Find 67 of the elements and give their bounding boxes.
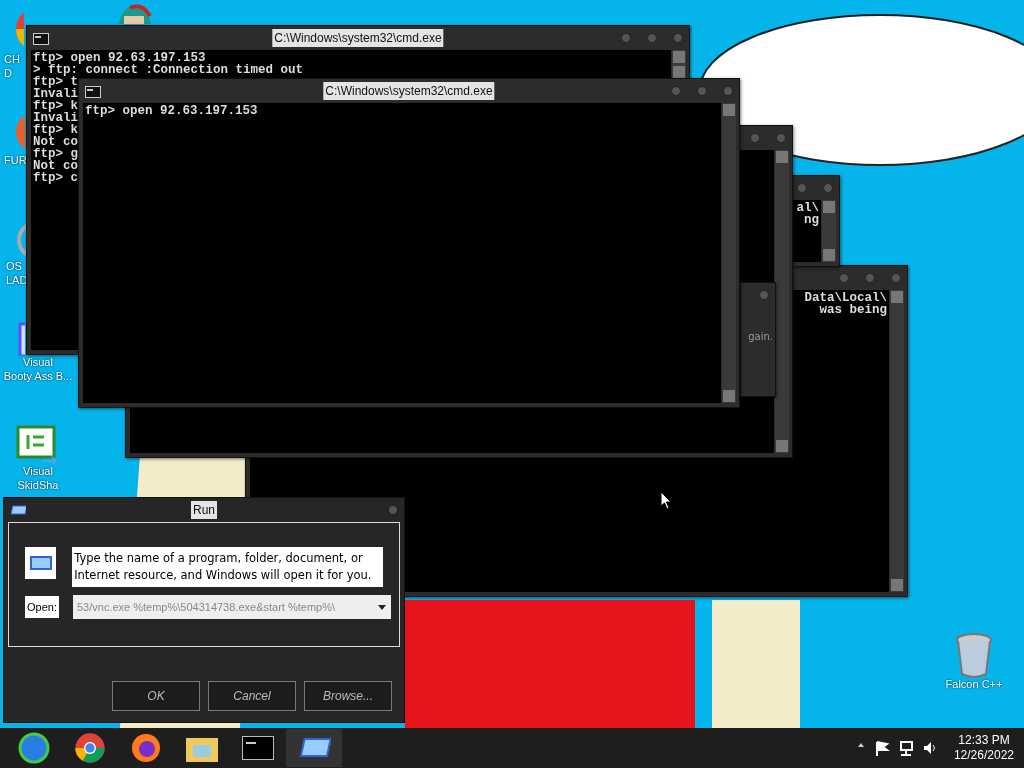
close-button[interactable] (891, 273, 901, 283)
console-line: ftp> g (33, 148, 78, 160)
maximize-button[interactable] (865, 273, 875, 283)
window-title: C:\Windows\system32\cmd.exe (323, 82, 495, 100)
code-shortcut-icon[interactable] (16, 425, 60, 465)
close-button[interactable] (388, 505, 398, 515)
shortcut-label: Falcon C++ (945, 678, 1003, 692)
maximize-button[interactable] (750, 133, 760, 143)
browse-button[interactable]: Browse... (304, 681, 392, 711)
scrollbar[interactable] (672, 50, 686, 79)
run-icon (25, 547, 57, 579)
close-button[interactable] (673, 33, 683, 43)
console-icon (85, 85, 101, 98)
shortcut-label: FUR (4, 154, 27, 168)
recycle-bin-icon[interactable] (954, 632, 994, 678)
ok-button[interactable]: OK (112, 681, 200, 711)
volume-icon[interactable] (921, 740, 938, 756)
close-button[interactable] (823, 183, 833, 193)
scrollbar[interactable] (890, 290, 904, 592)
run-taskbar-icon[interactable] (286, 729, 342, 767)
mouse-cursor-icon (660, 491, 672, 510)
console-line: ftp> c (33, 172, 78, 184)
shortcut-label: LAD (6, 273, 28, 288)
console-line: Not co (33, 160, 78, 172)
console-line: ftp> open 92.63.197.153 (85, 105, 258, 117)
scrollbar[interactable] (775, 150, 789, 453)
console-line: al\ (796, 202, 819, 214)
maximize-button[interactable] (697, 86, 707, 96)
maximize-button[interactable] (647, 33, 657, 43)
instruction-text: Type the name of a program, folder, document, or Internet resource, and Windows will open it for you. (72, 547, 383, 587)
minimize-button[interactable] (839, 273, 849, 283)
console-line: ftp> k (33, 124, 78, 136)
minimize-button[interactable] (621, 33, 631, 43)
close-button[interactable] (723, 86, 733, 96)
close-button[interactable] (759, 290, 769, 300)
window-title: Run (191, 501, 217, 519)
minimize-button[interactable] (671, 86, 681, 96)
open-label: Open: (25, 595, 59, 619)
window-title: C:\Windows\system32\cmd.exe (272, 29, 444, 47)
cancel-button[interactable]: Cancel (208, 681, 296, 711)
shortcut-label: CH (4, 53, 20, 67)
dialog-message: gain. (748, 331, 773, 343)
close-button[interactable] (776, 133, 786, 143)
console-line: > ftp: connect :Connection timed out (33, 64, 304, 76)
console-line: ng (804, 214, 819, 226)
console-line: Not co (33, 136, 78, 148)
console-line: ftp> k (33, 100, 78, 112)
shortcut-label: SkidSha (17, 478, 59, 493)
taskbar-clock[interactable]: 12:33 PM 12/26/2022 (953, 733, 1014, 763)
shortcut-label: Visual (23, 356, 53, 370)
console-line: Invali (33, 88, 78, 100)
shortcut-label: D (4, 66, 12, 81)
console-line: Data\Local\ (804, 292, 887, 304)
network-icon[interactable] (897, 740, 914, 756)
console-line: ftp> t (33, 76, 78, 88)
console-line: ftp> open 92.63.197.153 (33, 52, 206, 64)
scrollbar[interactable] (722, 103, 736, 403)
run-icon (10, 505, 26, 515)
console-line: Invali (33, 112, 78, 124)
shortcut-label: Visual (23, 465, 53, 479)
maximize-button[interactable] (797, 183, 807, 193)
console-line: was being (819, 304, 887, 316)
console-icon (33, 32, 49, 45)
scrollbar[interactable] (822, 200, 836, 262)
shortcut-label: Booty Ass B... (3, 369, 73, 384)
flag-icon[interactable] (873, 740, 890, 756)
shortcut-label: OS (6, 260, 22, 274)
